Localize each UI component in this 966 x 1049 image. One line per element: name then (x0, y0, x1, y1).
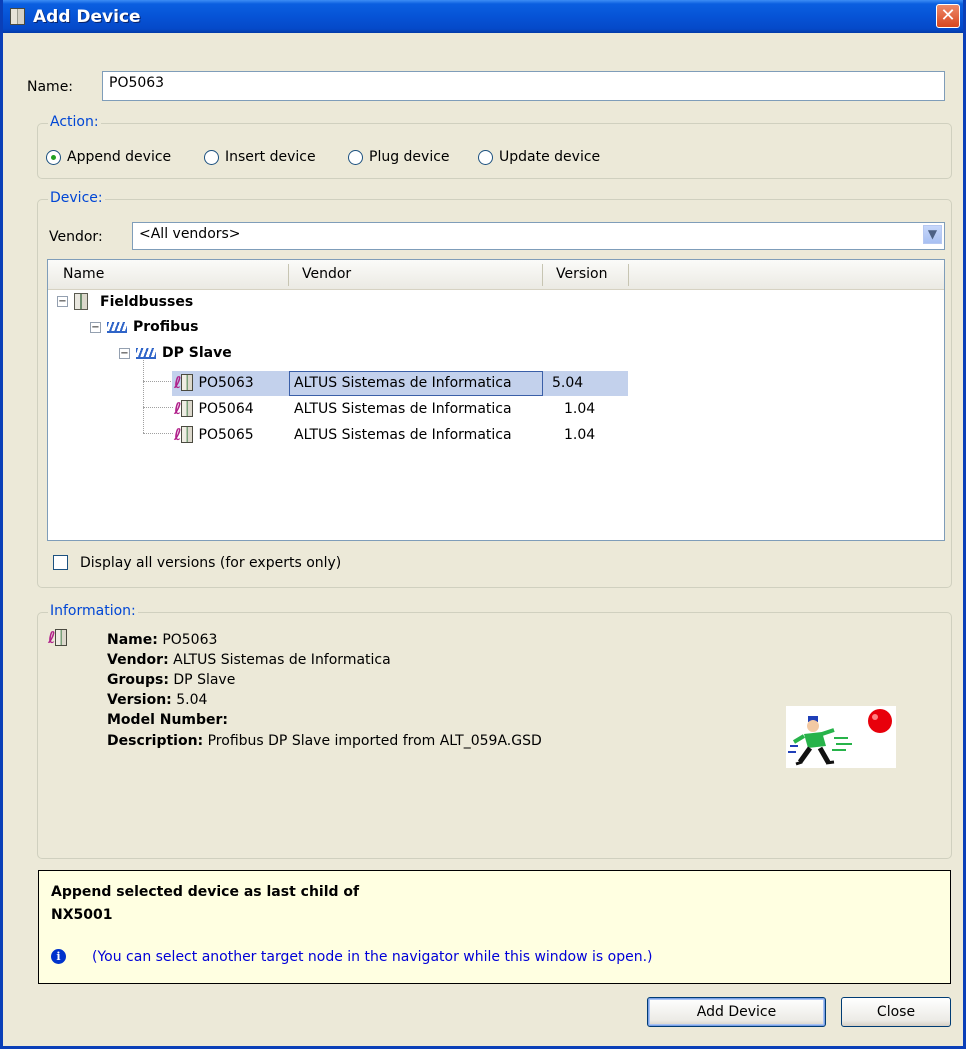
collapse-icon[interactable]: − (90, 321, 101, 333)
hint-note: (You can select another target node in t… (92, 949, 653, 965)
action-group: Action: Append device Insert device Plug… (37, 114, 952, 179)
info-model-label: Model Number: (107, 712, 229, 728)
window-title: Add Device (33, 7, 141, 27)
update-device-label: Update device (499, 149, 601, 165)
tree-node-dp-slave-label: DP Slave (162, 345, 232, 361)
dp-slave-device-icon: ℓ (174, 399, 193, 418)
device-row-vendor[interactable]: ALTUS Sistemas de Informatica (294, 401, 512, 417)
profibus-bus-icon (107, 321, 127, 333)
info-description-label: Description: (107, 733, 204, 749)
update-device-radio[interactable]: Update device (478, 149, 600, 165)
plug-device-label: Plug device (369, 149, 450, 165)
title-bar[interactable]: Add Device ✕ (3, 0, 963, 33)
dp-slave-device-icon: ℓ (48, 628, 67, 647)
add-device-dialog: Add Device ✕ Name: PO5063 Action: Append… (0, 0, 966, 1049)
info-vendor: Vendor: ALTUS Sistemas de Informatica (107, 652, 391, 668)
info-icon: i (51, 949, 66, 964)
insert-device-radio[interactable]: Insert device (204, 149, 316, 165)
info-version-value: 5.04 (176, 692, 208, 708)
column-divider[interactable] (542, 264, 543, 286)
info-model-number: Model Number: (107, 712, 228, 728)
tree-connector (143, 433, 173, 434)
information-group-title: Information: (48, 603, 138, 619)
action-group-title: Action: (48, 114, 101, 130)
info-groups-label: Groups: (107, 672, 169, 688)
info-description-value: Profibus DP Slave imported from ALT_059A… (207, 733, 542, 749)
collapse-icon[interactable]: − (119, 347, 130, 359)
tree-node-profibus[interactable]: − Profibus (90, 319, 198, 335)
fieldbus-device-icon (74, 293, 88, 310)
dp-slave-device-icon: ℓ (174, 373, 193, 392)
column-header-version[interactable]: Version (556, 266, 607, 282)
device-row-vendor[interactable]: ALTUS Sistemas de Informatica (294, 427, 512, 443)
column-header-name[interactable]: Name (63, 266, 104, 282)
tree-node-dp-slave[interactable]: − DP Slave (119, 345, 232, 361)
close-window-button[interactable]: ✕ (936, 4, 960, 28)
target-hint-panel: Append selected device as last child of … (38, 870, 951, 984)
device-mascot-image (786, 706, 896, 768)
hint-target-node: NX5001 (51, 907, 113, 923)
insert-device-label: Insert device (225, 149, 316, 165)
device-row-version[interactable]: 5.04 (552, 375, 583, 391)
vendor-label: Vendor: (49, 229, 103, 245)
collapse-icon[interactable]: − (57, 296, 68, 307)
table-row[interactable]: ℓ PO5064 (174, 399, 254, 418)
info-version: Version: 5.04 (107, 692, 207, 708)
name-input[interactable]: PO5063 (102, 71, 945, 101)
radio-checked-icon (46, 149, 61, 165)
info-version-label: Version: (107, 692, 172, 708)
tree-node-fieldbusses-label: Fieldbusses (100, 293, 194, 310)
tree-node-fieldbusses[interactable]: − Fieldbusses (57, 293, 193, 310)
device-app-icon (10, 8, 25, 25)
info-groups: Groups: DP Slave (107, 672, 235, 688)
device-row-name: PO5064 (198, 400, 254, 417)
column-divider[interactable] (628, 264, 629, 286)
device-row-vendor[interactable]: ALTUS Sistemas de Informatica (294, 375, 512, 391)
device-row-name: PO5065 (198, 426, 254, 443)
info-name-value: PO5063 (162, 632, 218, 648)
display-all-versions-label: Display all versions (for experts only) (80, 555, 342, 571)
radio-icon (348, 149, 363, 165)
info-name: Name: PO5063 (107, 632, 217, 648)
hint-line-1: Append selected device as last child of (51, 884, 360, 900)
radio-icon (204, 149, 219, 165)
column-header-vendor[interactable]: Vendor (302, 266, 351, 282)
device-group-title: Device: (48, 190, 105, 206)
vendor-select-value: <All vendors> (139, 226, 241, 242)
add-device-button[interactable]: Add Device (647, 997, 826, 1027)
device-row-version[interactable]: 1.04 (564, 401, 595, 417)
tree-connector (143, 357, 144, 433)
vendor-select[interactable]: <All vendors> ▼ (132, 222, 945, 250)
info-vendor-label: Vendor: (107, 652, 169, 668)
device-tree[interactable]: Name Vendor Version − Fieldbusses − Prof… (47, 259, 945, 541)
info-vendor-value: ALTUS Sistemas de Informatica (173, 652, 391, 668)
plug-device-radio[interactable]: Plug device (348, 149, 450, 165)
dp-slave-bus-icon (136, 347, 156, 359)
info-description: Description: Profibus DP Slave imported … (107, 733, 542, 749)
display-all-versions-checkbox[interactable] (53, 555, 68, 570)
dp-slave-device-icon: ℓ (174, 425, 193, 444)
device-row-name: PO5063 (198, 374, 254, 391)
tree-node-profibus-label: Profibus (133, 319, 199, 335)
column-divider[interactable] (288, 264, 289, 286)
name-label: Name: (27, 79, 74, 95)
tree-connector (143, 407, 173, 408)
append-device-label: Append device (67, 149, 172, 165)
table-row[interactable]: ℓ PO5063 (174, 373, 254, 392)
append-device-radio[interactable]: Append device (46, 149, 171, 165)
chevron-down-icon[interactable]: ▼ (923, 225, 942, 244)
tree-header: Name Vendor Version (48, 260, 944, 290)
close-button[interactable]: Close (841, 997, 951, 1027)
radio-icon (478, 149, 493, 165)
device-row-version[interactable]: 1.04 (564, 427, 595, 443)
table-row[interactable]: ℓ PO5065 (174, 425, 254, 444)
tree-connector (143, 381, 173, 382)
info-groups-value: DP Slave (173, 672, 236, 688)
info-name-label: Name: (107, 632, 158, 648)
